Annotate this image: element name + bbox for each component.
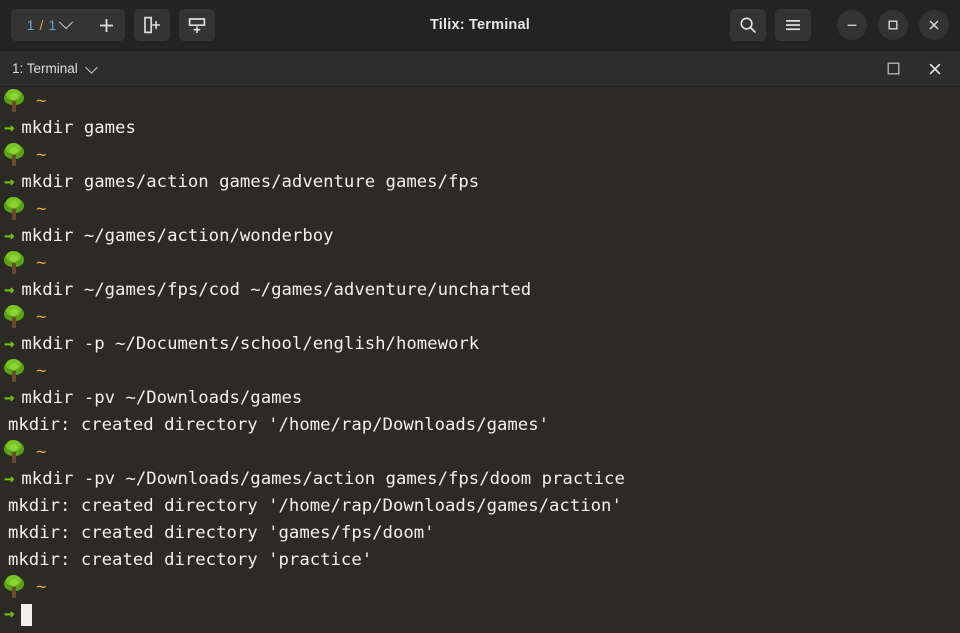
terminal-command-line: → mkdir games/action games/adventure game… <box>0 169 960 196</box>
chevron-down-icon <box>59 15 74 30</box>
tree-icon <box>4 358 24 383</box>
terminal-command-line: → mkdir games <box>0 115 960 142</box>
prompt-path: ~ <box>36 91 47 111</box>
prompt-arrow-icon: → <box>4 226 15 246</box>
terminal-output-area[interactable]: ~ → mkdir games ~ → mkdir games/action games/… <box>0 87 960 633</box>
maximize-icon <box>886 18 900 32</box>
prompt-path: ~ <box>36 442 47 462</box>
terminal-tab-actions <box>884 60 950 78</box>
prompt-path: ~ <box>36 577 47 597</box>
search-icon <box>739 16 757 34</box>
terminal-command-line: → mkdir -pv ~/Downloads/games/action game… <box>0 466 960 493</box>
close-button[interactable] <box>919 10 949 40</box>
command-text: mkdir games/action games/adventure games… <box>21 172 480 192</box>
prompt-arrow-icon: → <box>4 334 15 354</box>
command-text: mkdir ~/games/action/wonderboy <box>21 226 334 246</box>
terminal-prompt-line: ~ <box>0 574 960 601</box>
text-cursor <box>21 603 33 626</box>
split-right-icon <box>143 16 161 34</box>
session-current-index: 1 <box>26 17 35 33</box>
tree-icon <box>4 250 24 275</box>
terminal-maximize-button[interactable] <box>884 60 902 78</box>
terminal-input-line: → <box>0 601 960 628</box>
search-button[interactable] <box>730 9 766 41</box>
session-controls-group: 1 / 1 <box>11 9 125 41</box>
terminal-title-bar: 1: Terminal <box>0 51 960 87</box>
terminal-tab-title[interactable]: 1: Terminal <box>12 61 78 76</box>
terminal-output-line: mkdir: created directory 'practice' <box>0 547 960 574</box>
new-session-button[interactable] <box>87 9 125 41</box>
close-icon <box>927 18 941 32</box>
prompt-path: ~ <box>36 253 47 273</box>
prompt-path: ~ <box>36 145 47 165</box>
window-controls <box>837 10 949 40</box>
minimize-button[interactable] <box>837 10 867 40</box>
prompt-arrow-icon: → <box>4 604 15 624</box>
terminal-prompt-line: ~ <box>0 142 960 169</box>
split-terminal-right-button[interactable] <box>134 9 170 41</box>
split-terminal-down-button[interactable] <box>179 9 215 41</box>
command-text: mkdir -pv ~/Downloads/games <box>21 388 303 408</box>
terminal-command-line: → mkdir -pv ~/Downloads/games <box>0 385 960 412</box>
command-text: mkdir -pv ~/Downloads/games/action games… <box>21 469 625 489</box>
prompt-path: ~ <box>36 307 47 327</box>
terminal-prompt-line: ~ <box>0 88 960 115</box>
prompt-arrow-icon: → <box>4 469 15 489</box>
minimize-icon <box>845 18 859 32</box>
session-total-count: 1 <box>48 17 57 33</box>
split-down-icon <box>188 16 206 34</box>
output-text: mkdir: created directory 'games/fps/doom… <box>8 523 435 543</box>
header-right-controls <box>730 9 949 41</box>
terminal-close-button[interactable] <box>926 60 944 78</box>
terminal-command-line: → mkdir ~/games/fps/cod ~/games/adventure… <box>0 277 960 304</box>
command-text: mkdir games <box>21 118 136 138</box>
terminal-prompt-line: ~ <box>0 196 960 223</box>
terminal-command-line: → mkdir ~/games/action/wonderboy <box>0 223 960 250</box>
tree-icon <box>4 574 24 599</box>
terminal-output-line: mkdir: created directory '/home/rap/Down… <box>0 493 960 520</box>
prompt-arrow-icon: → <box>4 118 15 138</box>
hamburger-menu-button[interactable] <box>775 9 811 41</box>
session-index-separator: / <box>39 17 44 33</box>
header-left-controls: 1 / 1 <box>11 9 215 41</box>
terminal-prompt-line: ~ <box>0 439 960 466</box>
tree-icon <box>4 142 24 167</box>
prompt-path: ~ <box>36 361 47 381</box>
tree-icon <box>4 196 24 221</box>
terminal-prompt-line: ~ <box>0 304 960 331</box>
terminal-prompt-line: ~ <box>0 250 960 277</box>
header-bar: 1 / 1 Tilix: Terminal <box>0 0 960 51</box>
output-text: mkdir: created directory '/home/rap/Down… <box>8 415 550 435</box>
chevron-down-icon[interactable] <box>84 60 98 74</box>
command-text: mkdir -p ~/Documents/school/english/home… <box>21 334 480 354</box>
command-text: mkdir ~/games/fps/cod ~/games/adventure/… <box>21 280 532 300</box>
prompt-arrow-icon: → <box>4 172 15 192</box>
tree-icon <box>4 304 24 329</box>
output-text: mkdir: created directory 'practice' <box>8 550 373 570</box>
tilix-window: 1 / 1 Tilix: Terminal 1: Terminal ~ → mk… <box>0 0 960 633</box>
prompt-arrow-icon: → <box>4 280 15 300</box>
prompt-path: ~ <box>36 199 47 219</box>
maximize-button[interactable] <box>878 10 908 40</box>
terminal-prompt-line: ~ <box>0 358 960 385</box>
tree-icon <box>4 439 24 464</box>
hamburger-icon <box>784 16 802 34</box>
output-text: mkdir: created directory '/home/rap/Down… <box>8 496 622 516</box>
terminal-command-line: → mkdir -p ~/Documents/school/english/hom… <box>0 331 960 358</box>
plus-icon <box>99 18 114 33</box>
terminal-output-line: mkdir: created directory '/home/rap/Down… <box>0 412 960 439</box>
prompt-arrow-icon: → <box>4 388 15 408</box>
terminal-output-line: mkdir: created directory 'games/fps/doom… <box>0 520 960 547</box>
session-selector-button[interactable]: 1 / 1 <box>11 9 87 41</box>
tree-icon <box>4 88 24 113</box>
